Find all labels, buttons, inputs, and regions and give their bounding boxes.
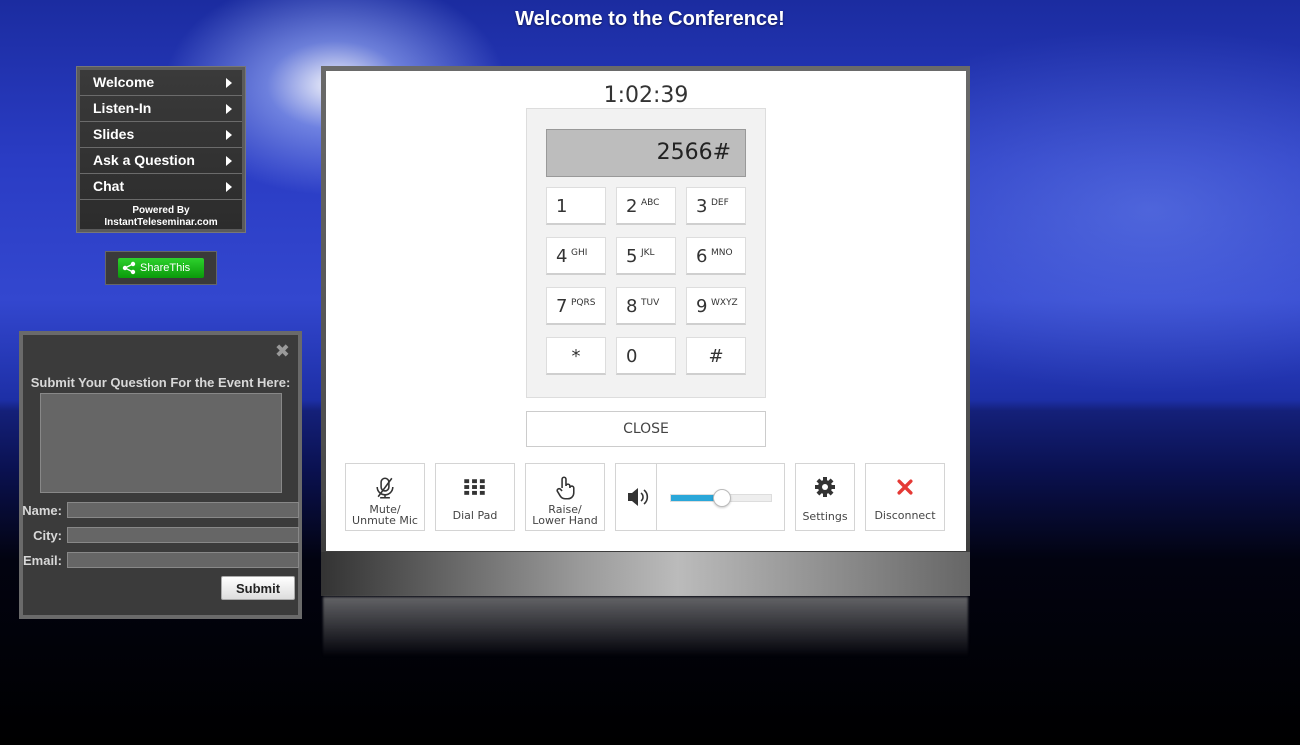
key-digit: 0 <box>626 346 638 367</box>
grid-icon <box>464 479 485 495</box>
key-digit: 1 <box>556 196 568 217</box>
hand-pointer-icon <box>556 476 575 500</box>
dial-display: 2566# <box>546 129 746 177</box>
question-textarea[interactable] <box>40 393 282 493</box>
sharethis-button[interactable]: ShareThis <box>118 258 204 278</box>
volume-slider-track[interactable] <box>670 489 772 507</box>
settings-label: Settings <box>802 510 848 523</box>
share-label: ShareThis <box>140 262 191 274</box>
email-label: Email: <box>22 553 62 568</box>
close-x-icon <box>897 479 913 495</box>
key-letters: GHI <box>571 248 588 258</box>
share-icon <box>122 261 136 275</box>
nav-item-label: Welcome <box>93 74 155 90</box>
keypad-key[interactable]: * <box>546 337 606 375</box>
keypad-key[interactable]: 0 <box>616 337 676 375</box>
speaker-icon <box>628 488 649 506</box>
key-digit: 7 <box>556 296 568 317</box>
share-container: ShareThis <box>105 251 217 285</box>
arrow-right-icon <box>226 130 232 140</box>
nav-item-slides[interactable]: Slides <box>80 122 242 148</box>
keypad-key[interactable]: 9 WXYZ <box>686 287 746 325</box>
name-label: Name: <box>22 503 62 518</box>
arrow-right-icon <box>226 182 232 192</box>
city-input[interactable] <box>67 527 299 543</box>
keypad-key[interactable]: 6 MNO <box>686 237 746 275</box>
name-row: Name: <box>22 502 299 520</box>
keypad-key[interactable]: 5 JKL <box>616 237 676 275</box>
keypad-key[interactable]: 8 TUV <box>616 287 676 325</box>
key-letters: TUV <box>641 298 660 308</box>
keypad-key[interactable]: 2 ABC <box>616 187 676 225</box>
powered-by-site: InstantTeleseminar.com <box>104 217 218 228</box>
arrow-right-icon <box>226 104 232 114</box>
close-dialpad-button[interactable]: CLOSE <box>526 411 766 447</box>
volume-button[interactable] <box>616 464 657 530</box>
arrow-right-icon <box>226 156 232 166</box>
name-input[interactable] <box>67 502 299 518</box>
powered-by-link[interactable]: Powered By InstantTeleseminar.com <box>80 200 242 229</box>
close-icon[interactable]: ✖ <box>275 341 290 362</box>
nav-item-label: Listen-In <box>93 100 152 116</box>
nav-item-welcome[interactable]: Welcome <box>80 70 242 96</box>
keypad-key[interactable]: # <box>686 337 746 375</box>
keypad-key[interactable]: 7 PQRS <box>546 287 606 325</box>
arrow-right-icon <box>226 78 232 88</box>
page-title: Welcome to the Conference! <box>515 8 785 30</box>
key-digit: 2 <box>626 196 638 217</box>
key-letters: DEF <box>711 198 729 208</box>
keypad-key[interactable]: 4 GHI <box>546 237 606 275</box>
keypad-key[interactable]: 1 <box>546 187 606 225</box>
city-row: City: <box>23 527 299 545</box>
city-label: City: <box>33 528 62 543</box>
gear-icon <box>815 477 835 497</box>
key-letters: MNO <box>711 248 733 258</box>
disconnect-button[interactable]: Disconnect <box>865 463 945 531</box>
mute-button[interactable]: Mute/ Unmute Mic <box>345 463 425 531</box>
email-row: Email: <box>22 552 299 570</box>
powered-by-text: Powered By <box>132 205 190 216</box>
volume-control <box>615 463 785 531</box>
call-timer: 1:02:39 <box>603 83 689 108</box>
key-digit: 3 <box>696 196 708 217</box>
disconnect-label: Disconnect <box>874 509 936 522</box>
key-digit: * <box>571 346 581 367</box>
microphone-muted-icon <box>376 477 394 499</box>
dialpad-button[interactable]: Dial Pad <box>435 463 515 531</box>
nav-item-label: Chat <box>93 178 125 194</box>
phone-reflection <box>323 597 968 657</box>
key-digit: 4 <box>556 246 568 267</box>
nav-item-listen-in[interactable]: Listen-In <box>80 96 242 122</box>
key-letters: JKL <box>641 248 655 258</box>
raise-hand-button[interactable]: Raise/ Lower Hand <box>525 463 605 531</box>
side-nav-menu: Welcome Listen-In Slides Ask a Question … <box>76 66 246 233</box>
dial-pad: 2566# 1 2 ABC 3 DEF 4 GHI 5 JKL 6 MNO 7 PQRS 8 TUV 9 WXY… <box>526 108 766 398</box>
nav-item-label: Ask a Question <box>93 152 195 168</box>
key-letters: ABC <box>641 198 660 208</box>
phone-screen: 1:02:39 2566# 1 2 ABC 3 DEF 4 GHI 5 JKL 6 MNO 7 PQRS… <box>326 71 966 551</box>
key-letters: WXYZ <box>711 298 738 308</box>
dialpad-label: Dial Pad <box>452 509 498 522</box>
key-digit: # <box>708 346 724 367</box>
raise-label-2: Lower Hand <box>532 514 598 527</box>
keypad-key[interactable]: 3 DEF <box>686 187 746 225</box>
submit-button[interactable]: Submit <box>221 576 295 600</box>
key-digit: 8 <box>626 296 638 317</box>
key-digit: 5 <box>626 246 638 267</box>
key-digit: 6 <box>696 246 708 267</box>
nav-item-chat[interactable]: Chat <box>80 174 242 200</box>
settings-button[interactable]: Settings <box>795 463 855 531</box>
phone-frame: 1:02:39 2566# 1 2 ABC 3 DEF 4 GHI 5 JKL 6 MNO 7 PQRS… <box>321 66 970 596</box>
question-panel: ✖ Submit Your Question For the Event Her… <box>19 331 302 619</box>
email-input[interactable] <box>67 552 299 568</box>
mute-label-2: Unmute Mic <box>352 514 418 527</box>
key-digit: 9 <box>696 296 708 317</box>
question-form-title: Submit Your Question For the Event Here: <box>30 375 291 390</box>
nav-item-ask-question[interactable]: Ask a Question <box>80 148 242 174</box>
key-letters: PQRS <box>571 298 596 308</box>
nav-item-label: Slides <box>93 126 135 142</box>
phone-frame-base <box>321 552 970 596</box>
volume-slider-handle[interactable] <box>713 489 731 507</box>
